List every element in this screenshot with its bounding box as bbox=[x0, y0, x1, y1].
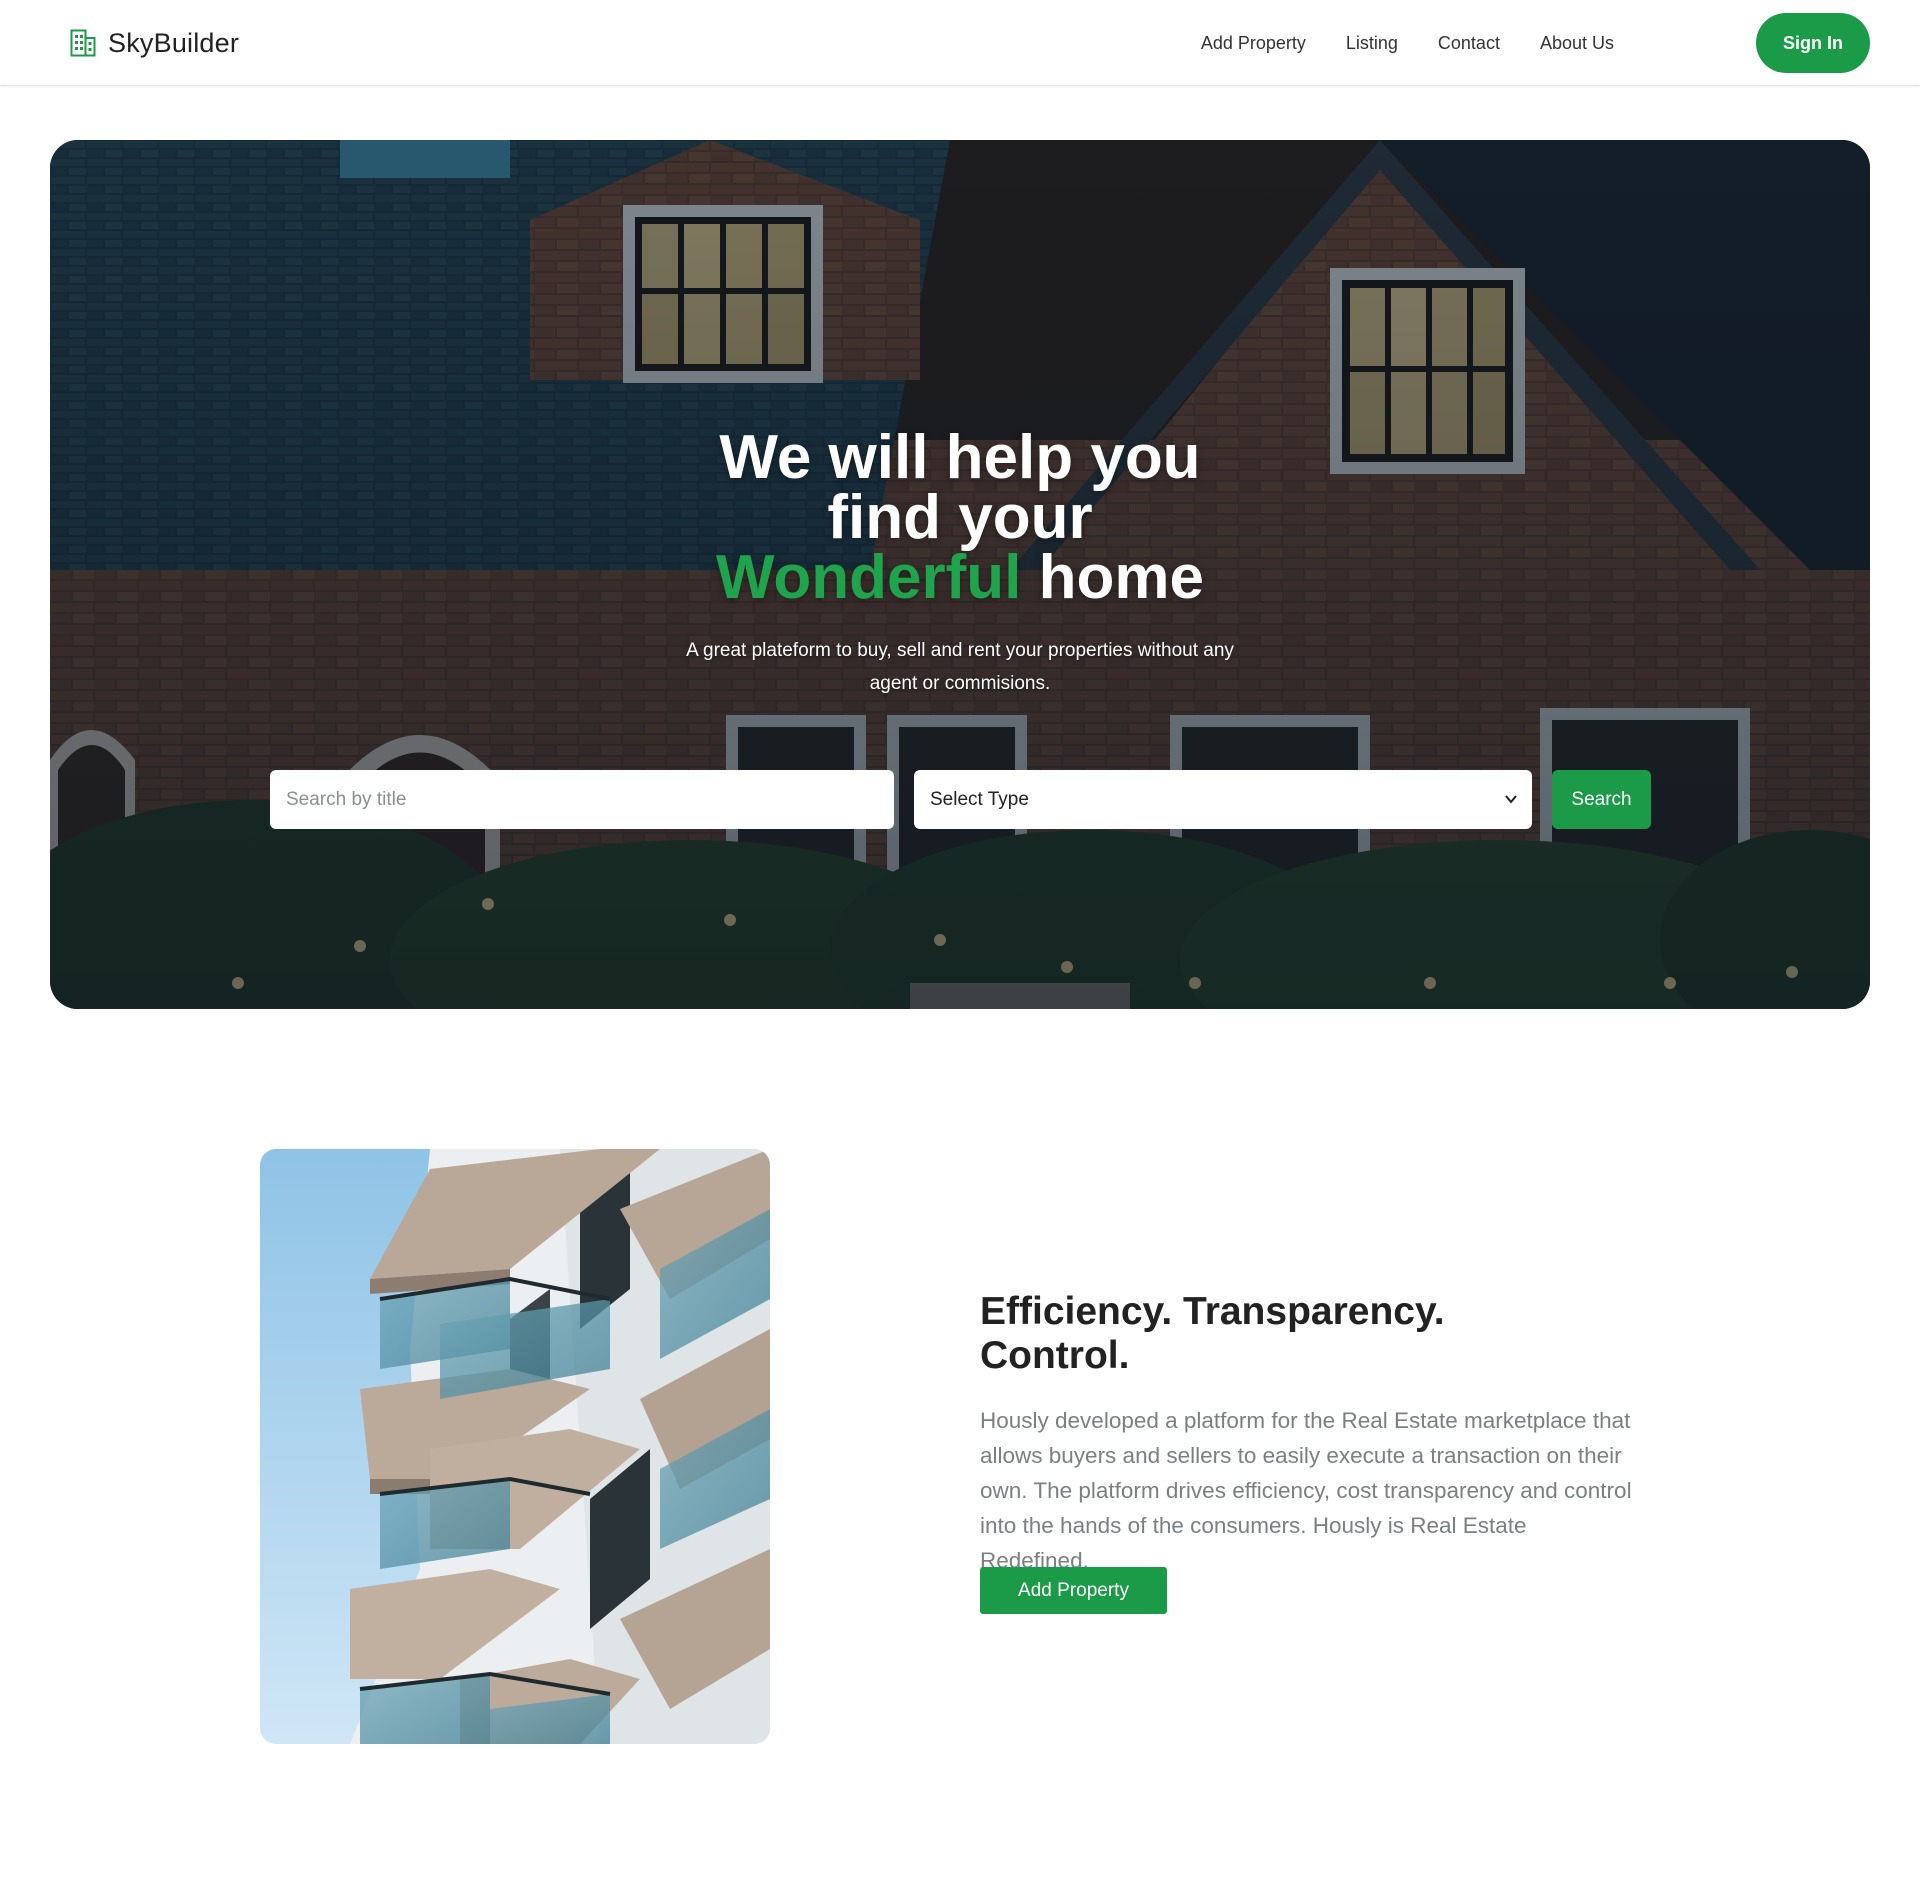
nav-link-add-property[interactable]: Add Property bbox=[1201, 33, 1306, 54]
feature-description: Hously developed a platform for the Real… bbox=[980, 1408, 1632, 1573]
chevron-down-icon bbox=[1505, 795, 1517, 804]
search-input[interactable] bbox=[270, 770, 894, 829]
navbar: SkyBuilder Add Property Listing Contact … bbox=[0, 0, 1920, 86]
brand-name: SkyBuilder bbox=[108, 27, 240, 58]
nav-link-listing[interactable]: Listing bbox=[1346, 33, 1398, 54]
hero-subtitle: A great plateform to buy, sell and rent … bbox=[686, 640, 1234, 694]
hero-title-end: home bbox=[1038, 543, 1204, 612]
nav-link-about-us[interactable]: About Us bbox=[1540, 33, 1614, 54]
sign-in-button[interactable]: Sign In bbox=[1756, 13, 1870, 73]
type-select[interactable]: Select Type bbox=[914, 770, 1532, 829]
nav-links: Add Property Listing Contact About Us bbox=[1161, 0, 1790, 86]
feature-heading: Efficiency. Transparency. Control. bbox=[980, 1290, 1445, 1377]
brand-logo[interactable]: SkyBuilder bbox=[70, 26, 239, 60]
type-select-value: Select Type bbox=[930, 788, 1029, 810]
add-property-button[interactable]: Add Property bbox=[980, 1567, 1167, 1614]
hero-section: We will help you find your Wonderful hom… bbox=[50, 140, 1870, 1009]
building-icon bbox=[70, 29, 96, 57]
nav-link-contact[interactable]: Contact bbox=[1438, 33, 1500, 54]
hero-title-line2: find your bbox=[827, 483, 1093, 552]
building-photo bbox=[260, 1149, 770, 1744]
hero-title-line1: We will help you bbox=[719, 423, 1201, 492]
search-button[interactable]: Search bbox=[1552, 770, 1651, 829]
hero-title: We will help you find your Wonderful hom… bbox=[50, 427, 1870, 609]
hero-title-accent: Wonderful bbox=[716, 543, 1022, 612]
